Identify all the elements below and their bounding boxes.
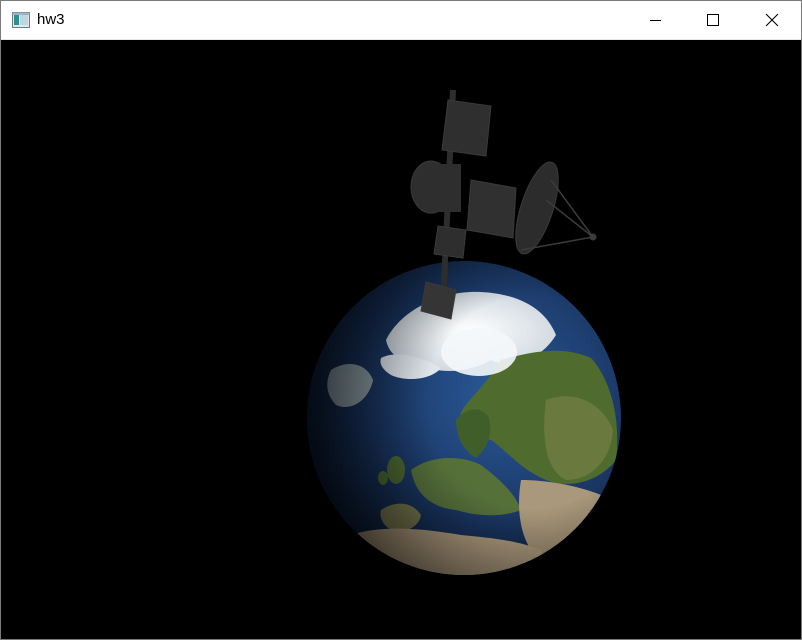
render-viewport[interactable] [1, 40, 801, 639]
app-window-icon [12, 12, 30, 28]
maximize-button[interactable] [684, 1, 742, 39]
maximize-icon [707, 14, 719, 26]
window-title: hw3 [37, 11, 65, 28]
app-window: hw3 [0, 0, 802, 640]
minimize-icon [650, 20, 661, 21]
earth-globe [307, 261, 621, 575]
close-icon [765, 13, 779, 27]
title-bar[interactable]: hw3 [1, 1, 801, 40]
minimize-button[interactable] [626, 1, 684, 39]
close-button[interactable] [743, 1, 801, 39]
